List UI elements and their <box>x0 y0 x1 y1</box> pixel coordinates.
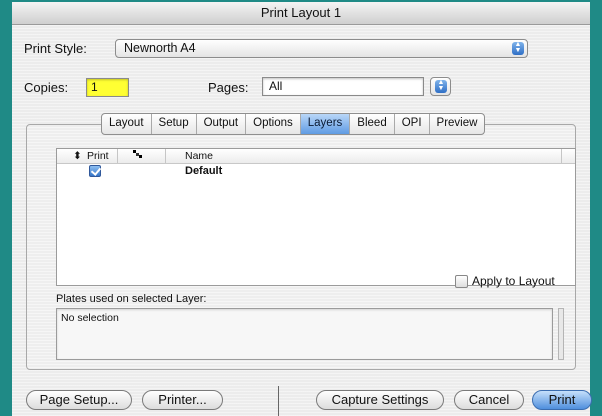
column-divider <box>165 149 166 163</box>
print-style-value: Newnorth A4 <box>124 41 196 55</box>
popup-arrows-icon: ▲ ▼ <box>512 41 524 55</box>
column-divider <box>117 149 118 163</box>
apply-to-layout-label: Apply to Layout <box>472 274 555 288</box>
capture-settings-button[interactable]: Capture Settings <box>316 390 444 410</box>
tab-layout[interactable]: Layout <box>102 114 152 134</box>
plates-label: Plates used on selected Layer: <box>56 293 207 305</box>
layers-table-header: ⬍ Print Name <box>57 149 575 164</box>
print-checkbox[interactable] <box>89 165 101 177</box>
copies-label: Copies: <box>24 80 69 95</box>
column-name[interactable]: Name <box>185 149 213 163</box>
pages-field[interactable]: All <box>262 77 424 96</box>
pages-popup-button[interactable]: ▲ ▼ <box>430 77 451 96</box>
locked-layer-icon[interactable] <box>133 149 147 163</box>
layer-name: Default <box>185 165 223 177</box>
tab-layers[interactable]: Layers <box>300 114 351 134</box>
copies-field[interactable]: 1 <box>86 78 129 97</box>
tab-output[interactable]: Output <box>197 114 247 134</box>
print-style-select[interactable]: Newnorth A4 ▲ ▼ <box>115 39 528 58</box>
plates-value: No selection <box>61 312 119 324</box>
tab-preview[interactable]: Preview <box>430 114 485 134</box>
pages-value: All <box>269 79 283 93</box>
popup-arrows-icon: ▲ ▼ <box>435 79 447 93</box>
footer-divider <box>278 386 279 416</box>
pages-label: Pages: <box>208 80 249 95</box>
window-title: Print Layout 1 <box>12 2 590 25</box>
column-divider <box>561 149 562 163</box>
print-button[interactable]: Print <box>532 390 592 410</box>
print-style-label: Print Style: <box>24 41 87 56</box>
apply-to-layout-checkbox[interactable] <box>455 275 468 288</box>
copies-value: 1 <box>91 80 98 94</box>
settings-tabs: Layout Setup Output Options Layers Bleed… <box>101 113 486 135</box>
column-print[interactable]: Print <box>87 149 109 163</box>
print-layout-dialog: Print Layout 1 Print Style: Newnorth A4 … <box>12 2 592 416</box>
cancel-button[interactable]: Cancel <box>454 390 524 410</box>
plates-scrollbar[interactable] <box>558 308 564 360</box>
sort-arrows-icon[interactable]: ⬍ <box>73 149 82 163</box>
tab-bleed[interactable]: Bleed <box>350 114 395 134</box>
tab-options[interactable]: Options <box>246 114 301 134</box>
tab-setup[interactable]: Setup <box>152 114 197 134</box>
layers-table: ⬍ Print Name Default <box>56 148 576 286</box>
plates-list: No selection <box>56 308 553 360</box>
table-row[interactable]: Default <box>57 164 575 178</box>
tab-opi[interactable]: OPI <box>395 114 430 134</box>
page-setup-button[interactable]: Page Setup... <box>26 390 132 410</box>
printer-button[interactable]: Printer... <box>142 390 223 410</box>
